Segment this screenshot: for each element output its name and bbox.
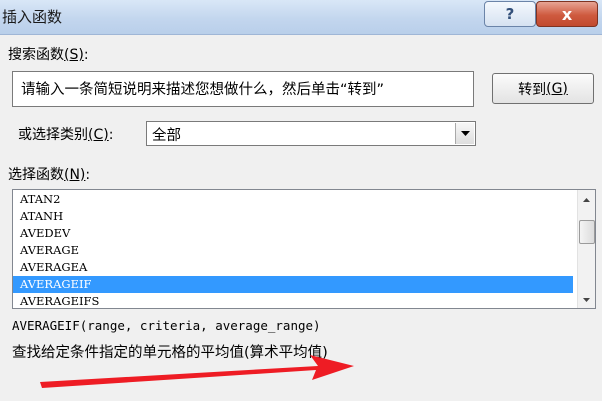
category-value: 全部 xyxy=(152,128,181,144)
scroll-down-icon[interactable] xyxy=(578,291,595,308)
function-list-item[interactable]: ATANH xyxy=(13,208,573,225)
function-list-item[interactable]: AVERAGE xyxy=(13,242,573,259)
dropdown-arrow-icon[interactable] xyxy=(455,123,474,144)
category-label: 或选择类别(C): xyxy=(18,127,114,143)
scroll-thumb[interactable] xyxy=(579,220,595,244)
function-list-item[interactable]: AVERAGEA xyxy=(13,259,573,276)
category-select[interactable]: 全部 xyxy=(146,121,476,146)
function-description: 查找给定条件指定的单元格的平均值(算术平均值) xyxy=(12,345,328,361)
close-icon: x xyxy=(561,4,573,24)
function-items: ATAN2 ATANH AVEDEV AVERAGE AVERAGEA AVERAGEIF… xyxy=(13,191,573,308)
help-button[interactable]: ? xyxy=(484,1,536,27)
window-title: 插入函数 xyxy=(2,8,63,26)
function-list-item[interactable]: AVERAGEIF xyxy=(13,276,573,293)
close-button[interactable]: x xyxy=(536,1,598,27)
list-scrollbar[interactable] xyxy=(577,190,595,308)
title-bar: 插入函数 ? x xyxy=(0,0,602,35)
search-input[interactable]: 请输入一条简短说明来描述您想做什么，然后单击“转到” xyxy=(12,71,474,107)
function-list-item[interactable]: ATAN2 xyxy=(13,191,573,208)
function-list-item[interactable]: AVEDEV xyxy=(13,225,573,242)
functions-label: 选择函数(N): xyxy=(8,167,91,183)
help-icon: ? xyxy=(505,5,515,23)
function-list-item[interactable]: AVERAGEIFS xyxy=(13,293,573,308)
function-syntax: AVERAGEIF(range, criteria, average_range… xyxy=(12,318,321,333)
scroll-up-icon[interactable] xyxy=(578,191,595,208)
function-list[interactable]: ATAN2 ATANH AVEDEV AVERAGE AVERAGEA AVERAGEIF… xyxy=(12,189,596,309)
search-label: 搜索函数(S): xyxy=(8,47,89,63)
go-button[interactable]: 转到 (G) xyxy=(492,73,594,104)
